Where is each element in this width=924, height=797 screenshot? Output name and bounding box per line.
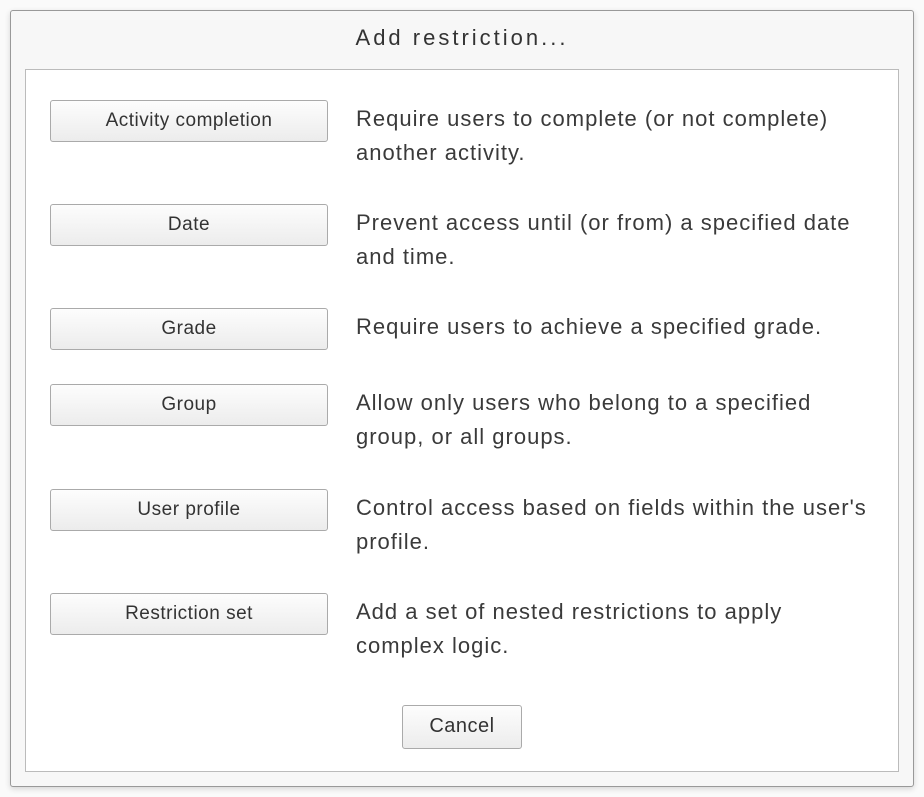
user-profile-button[interactable]: User profile (50, 489, 328, 531)
activity-completion-description: Require users to complete (or not comple… (356, 100, 874, 170)
dialog-footer: Cancel (50, 697, 874, 749)
restriction-set-button[interactable]: Restriction set (50, 593, 328, 635)
restriction-row: Activity completion Require users to com… (50, 100, 874, 170)
restriction-set-description: Add a set of nested restrictions to appl… (356, 593, 874, 663)
cancel-button[interactable]: Cancel (402, 705, 522, 749)
restriction-row: Grade Require users to achieve a specifi… (50, 308, 874, 350)
add-restriction-dialog: Add restriction... Activity completion R… (10, 10, 914, 787)
restriction-row: Restriction set Add a set of nested rest… (50, 593, 874, 663)
group-description: Allow only users who belong to a specifi… (356, 384, 874, 454)
grade-button[interactable]: Grade (50, 308, 328, 350)
activity-completion-button[interactable]: Activity completion (50, 100, 328, 142)
dialog-content: Activity completion Require users to com… (25, 69, 899, 772)
restriction-row: User profile Control access based on fie… (50, 489, 874, 559)
date-description: Prevent access until (or from) a specifi… (356, 204, 874, 274)
date-button[interactable]: Date (50, 204, 328, 246)
restriction-row: Group Allow only users who belong to a s… (50, 384, 874, 454)
grade-description: Require users to achieve a specified gra… (356, 308, 822, 344)
group-button[interactable]: Group (50, 384, 328, 426)
user-profile-description: Control access based on fields within th… (356, 489, 874, 559)
restriction-row: Date Prevent access until (or from) a sp… (50, 204, 874, 274)
dialog-title: Add restriction... (11, 11, 913, 69)
